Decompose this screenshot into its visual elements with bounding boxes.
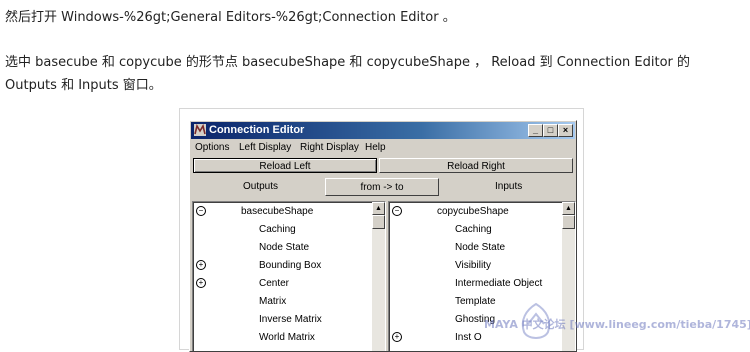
title-bar[interactable]: Connection Editor _ □ × — [191, 122, 575, 139]
attribute-row[interactable]: Visibility — [389, 258, 561, 276]
outputs-header: Outputs — [243, 181, 279, 192]
attribute-label: Caching — [259, 224, 296, 235]
node-label: basecubeShape — [241, 206, 314, 217]
menu-right-display[interactable]: Right Display — [300, 142, 359, 154]
attribute-label: Inverse Matrix — [259, 314, 322, 325]
attribute-row[interactable]: Intermediate Object — [389, 276, 561, 294]
attribute-label: Caching — [455, 224, 492, 235]
attribute-row[interactable]: Matrix — [193, 294, 365, 312]
scroll-thumb[interactable] — [372, 215, 385, 229]
from-to-button[interactable]: from -> to — [325, 178, 439, 196]
vertical-scrollbar[interactable]: ▲ — [372, 202, 385, 351]
attribute-row[interactable]: Node State — [193, 240, 365, 258]
menu-help[interactable]: Help — [365, 142, 386, 154]
attribute-label: Center — [259, 278, 290, 289]
attribute-row[interactable]: + Center — [193, 276, 365, 294]
menu-left-display[interactable]: Left Display — [239, 142, 291, 154]
collapse-icon[interactable]: − — [392, 206, 402, 216]
window-title: Connection Editor — [209, 124, 305, 136]
attribute-row[interactable]: Inverse Matrix — [193, 312, 365, 330]
minimize-button[interactable]: _ — [528, 124, 543, 137]
attribute-label: Matrix — [259, 296, 287, 307]
attribute-label: Visibility — [455, 260, 491, 271]
outputs-list[interactable]: − basecubeShape Caching Node State + Boundi… — [192, 201, 386, 351]
scroll-up-arrow-icon[interactable]: ▲ — [372, 202, 385, 215]
node-row-right[interactable]: − copycubeShape — [389, 204, 561, 222]
attribute-label: Node State — [259, 242, 310, 253]
instruction-line-1: 然后打开 Windows-%26gt;General Editors-%26gt… — [5, 10, 456, 25]
attribute-row[interactable]: Node State — [389, 240, 561, 258]
scroll-up-arrow-icon[interactable]: ▲ — [562, 202, 575, 215]
attribute-label: Template — [455, 296, 496, 307]
collapse-icon[interactable]: − — [196, 206, 206, 216]
node-label: copycubeShape — [437, 206, 509, 217]
attribute-row[interactable]: World Matrix — [193, 330, 365, 348]
inputs-header: Inputs — [495, 181, 523, 192]
reload-left-button[interactable]: Reload Left — [193, 158, 377, 173]
attribute-row[interactable]: + Bounding Box — [193, 258, 365, 276]
maya-app-icon — [194, 124, 206, 136]
attribute-row[interactable]: Caching — [193, 222, 365, 240]
attribute-label: Bounding Box — [259, 260, 322, 271]
scroll-thumb[interactable] — [562, 215, 575, 229]
expand-icon[interactable]: + — [392, 332, 402, 342]
attribute-row[interactable]: Caching — [389, 222, 561, 240]
attribute-label: World Matrix — [259, 332, 315, 343]
attribute-label: Intermediate Object — [455, 278, 543, 289]
menu-options[interactable]: Options — [195, 142, 229, 154]
expand-icon[interactable]: + — [196, 278, 206, 288]
menu-bar: Options Left Display Right Display Help — [192, 140, 574, 156]
expand-icon[interactable]: + — [196, 260, 206, 270]
node-row-left[interactable]: − basecubeShape — [193, 204, 365, 222]
instruction-line-2: 选中 basecube 和 copycube 的形节点 basecubeShap… — [5, 55, 691, 93]
maximize-button[interactable]: □ — [543, 124, 558, 137]
reload-right-button[interactable]: Reload Right — [379, 158, 573, 173]
close-button[interactable]: × — [558, 124, 573, 137]
watermark-text: MAYA 中文论坛 [www.lineeg.com/tieba/1745] — [484, 318, 750, 331]
attribute-label: Inst O — [455, 332, 482, 343]
attribute-label: Node State — [455, 242, 506, 253]
